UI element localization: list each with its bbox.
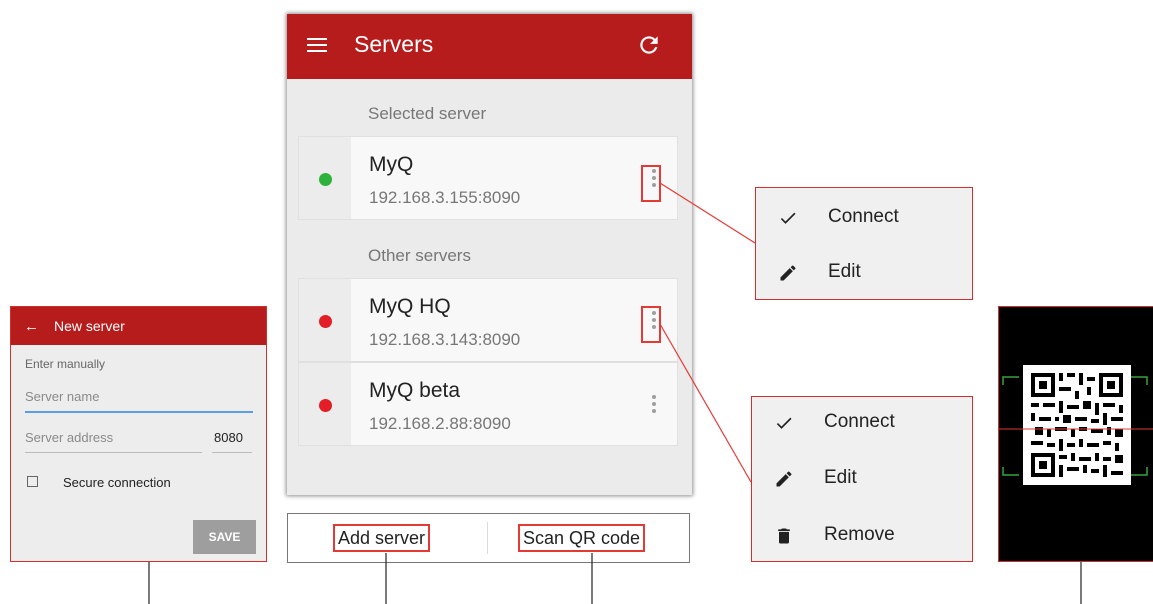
menu-label: Edit bbox=[828, 261, 861, 282]
qr-scanner-screen bbox=[998, 306, 1153, 562]
context-menu-other: Connect Edit Remove bbox=[751, 396, 973, 562]
server-item-selected[interactable]: MyQ 192.168.3.155:8090 bbox=[298, 136, 678, 220]
status-dot bbox=[319, 315, 332, 328]
server-address-input[interactable]: Server address bbox=[25, 430, 113, 445]
context-menu-selected: Connect Edit bbox=[755, 187, 973, 300]
menu-icon[interactable] bbox=[307, 38, 327, 52]
menu-item-connect[interactable]: Connect bbox=[752, 403, 972, 443]
status-dot bbox=[319, 399, 332, 412]
menu-label: Connect bbox=[824, 411, 895, 432]
bottom-bar: Add server Scan QR code bbox=[287, 513, 690, 563]
save-button[interactable]: SAVE bbox=[193, 520, 256, 554]
port-input[interactable]: 8080 bbox=[214, 430, 243, 445]
app-bar: ← New server bbox=[11, 307, 266, 345]
checkbox-label: Secure connection bbox=[63, 475, 171, 490]
more-vert-icon[interactable] bbox=[651, 311, 657, 333]
menu-label: Edit bbox=[824, 467, 857, 488]
refresh-icon[interactable] bbox=[636, 32, 662, 58]
menu-item-remove[interactable]: Remove bbox=[752, 516, 972, 556]
page-title: Servers bbox=[354, 31, 434, 57]
server-name: MyQ HQ bbox=[369, 295, 451, 318]
menu-item-edit[interactable]: Edit bbox=[752, 459, 972, 499]
server-item[interactable]: MyQ beta 192.168.2.88:8090 bbox=[298, 362, 678, 446]
pencil-icon bbox=[780, 265, 796, 281]
check-icon bbox=[780, 212, 796, 224]
new-server-screen: ← New server Enter manually Server name … bbox=[10, 306, 267, 562]
more-vert-icon[interactable] bbox=[651, 395, 657, 417]
scan-qr-button[interactable]: Scan QR code bbox=[518, 524, 646, 552]
server-item[interactable]: MyQ HQ 192.168.3.143:8090 bbox=[298, 278, 678, 362]
menu-item-edit[interactable]: Edit bbox=[756, 253, 972, 293]
input-underline bbox=[212, 452, 252, 453]
section-label: Enter manually bbox=[25, 357, 106, 371]
server-name: MyQ beta bbox=[369, 379, 461, 402]
status-dot bbox=[319, 173, 332, 186]
server-address: 192.168.2.88:8090 bbox=[369, 414, 511, 433]
input-underline bbox=[25, 452, 202, 453]
menu-label: Connect bbox=[828, 206, 899, 227]
server-address: 192.168.3.155:8090 bbox=[369, 188, 521, 207]
secure-connection-checkbox[interactable] bbox=[27, 476, 38, 487]
add-server-button[interactable]: Add server bbox=[333, 524, 431, 552]
check-icon bbox=[776, 417, 792, 429]
servers-screen: Servers Selected server MyQ 192.168.3.15… bbox=[287, 14, 692, 495]
qr-viewfinder bbox=[999, 365, 1153, 485]
server-name-input[interactable]: Server name bbox=[25, 389, 99, 404]
pencil-icon bbox=[776, 471, 792, 487]
server-address: 192.168.3.143:8090 bbox=[369, 330, 521, 349]
section-label-other: Other servers bbox=[368, 246, 471, 265]
more-vert-icon[interactable] bbox=[651, 169, 657, 191]
app-bar: Servers bbox=[287, 14, 692, 79]
divider bbox=[487, 522, 488, 554]
trash-icon bbox=[778, 528, 790, 544]
back-arrow-icon[interactable]: ← bbox=[24, 318, 39, 335]
menu-item-connect[interactable]: Connect bbox=[756, 198, 972, 238]
input-underline-active bbox=[25, 411, 253, 413]
server-name: MyQ bbox=[369, 153, 414, 176]
section-label-selected: Selected server bbox=[368, 104, 487, 123]
menu-label: Remove bbox=[824, 524, 895, 545]
page-title: New server bbox=[54, 318, 125, 334]
